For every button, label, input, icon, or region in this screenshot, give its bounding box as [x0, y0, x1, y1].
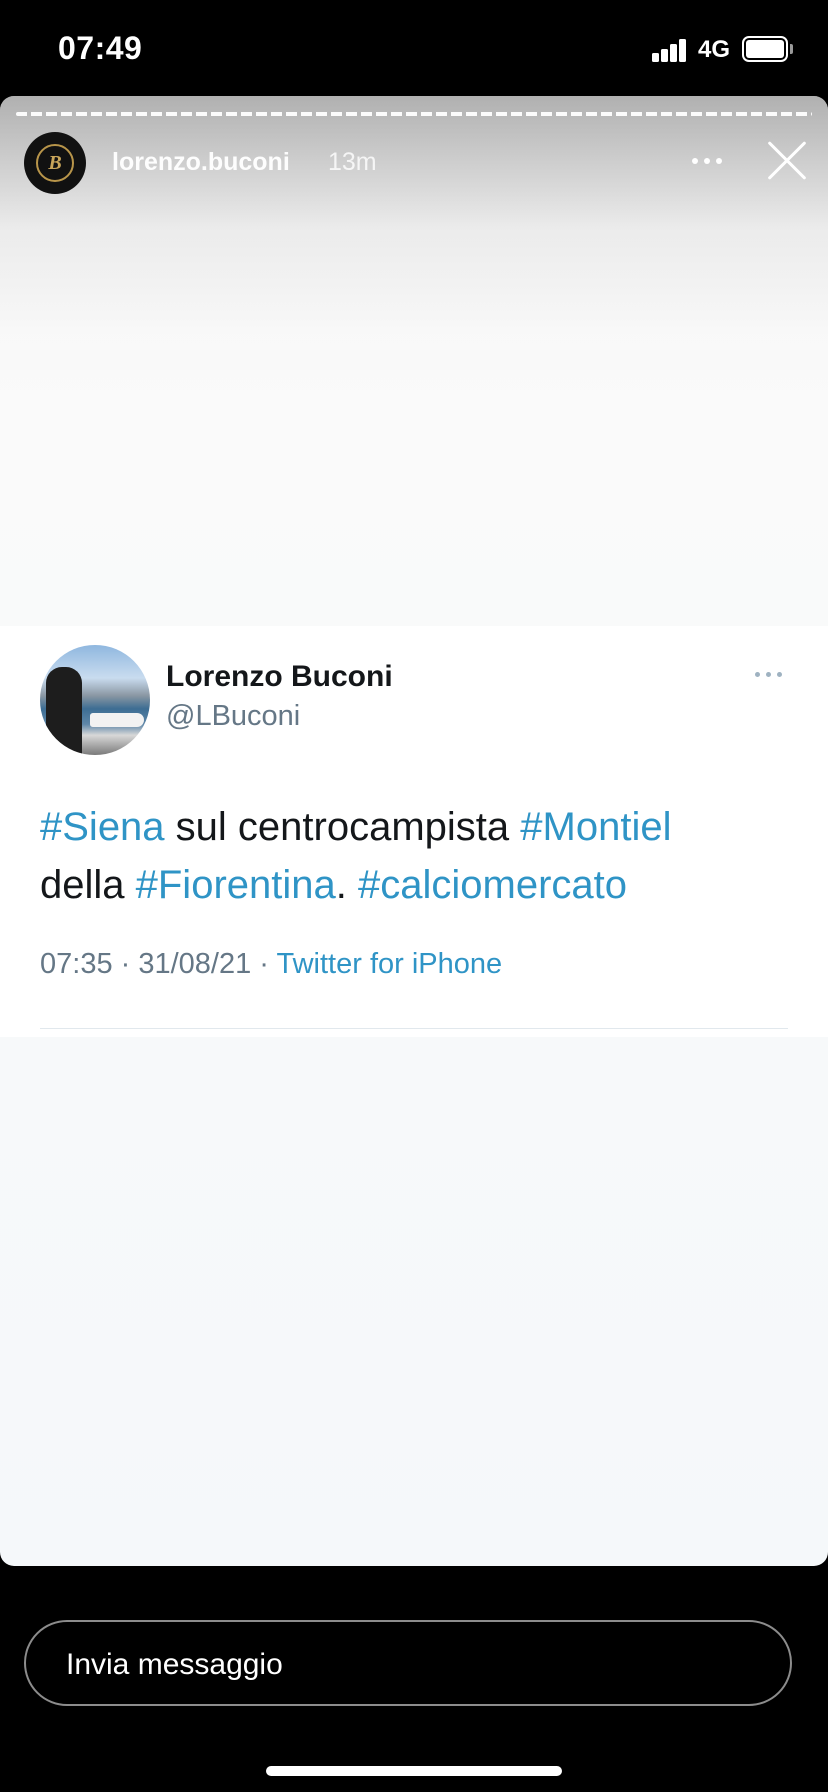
close-icon[interactable] [766, 140, 808, 182]
hashtag: #Montiel [520, 805, 672, 849]
monogram-logo: B [36, 144, 74, 182]
tweet-more-icon [755, 672, 785, 678]
tweet-divider [40, 1028, 788, 1029]
status-time: 07:49 [58, 30, 143, 66]
home-indicator[interactable] [266, 1766, 562, 1776]
story-author-avatar[interactable]: B [24, 132, 86, 194]
tweet-text-segment: sul centrocampista [164, 805, 521, 849]
tweet-text-segment: della [40, 863, 136, 907]
story-top-shade [0, 96, 828, 336]
tweet-text: #Siena sul centrocampista #Montiel della … [40, 798, 800, 914]
tweet-author-avatar [40, 645, 150, 755]
status-bar: 07:49 4G [0, 0, 828, 96]
battery-icon [742, 36, 793, 62]
more-options-icon[interactable] [692, 158, 726, 166]
signal-bars-icon [652, 38, 688, 62]
tweet-card[interactable]: Lorenzo Buconi @LBuconi #Siena sul centr… [0, 626, 828, 1037]
story-time-ago: 13m [328, 148, 377, 176]
tweet-text-segment: . [335, 863, 358, 907]
tweet-handle: @LBuconi [166, 700, 301, 732]
tweet-source: Twitter for iPhone [276, 948, 503, 980]
story-view[interactable]: B lorenzo.buconi 13m Lorenzo Buconi @LBu… [0, 96, 828, 1566]
tweet-date: 31/08/21 [138, 948, 252, 980]
meta-separator: · [112, 948, 139, 980]
story-progress-bar [16, 112, 812, 116]
story-username[interactable]: lorenzo.buconi [112, 148, 290, 177]
hashtag: #calciomercato [357, 863, 627, 907]
hashtag: #Siena [40, 805, 165, 849]
tweet-display-name: Lorenzo Buconi [166, 660, 393, 693]
network-type: 4G [698, 36, 731, 63]
send-message-placeholder: Invia messaggio [66, 1648, 283, 1681]
send-message-input[interactable]: Invia messaggio [24, 1620, 792, 1706]
tweet-meta: 07:35 · 31/08/21 · Twitter for iPhone [40, 948, 502, 981]
meta-separator: · [251, 948, 277, 980]
hashtag: #Fiorentina [135, 863, 336, 907]
tweet-time: 07:35 [40, 948, 113, 980]
